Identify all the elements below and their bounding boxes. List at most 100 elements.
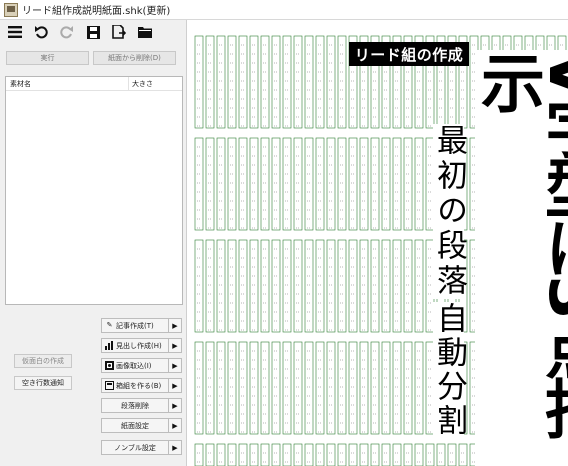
grid-line-836 (282, 239, 292, 333)
blank-lines-button[interactable]: 空き行数通知 (14, 376, 72, 390)
page-settings-button[interactable]: 紙面設定 (101, 418, 169, 433)
sub-headline-auto-split[interactable]: 自動分割 (431, 302, 467, 438)
grid-line-1133 (205, 341, 215, 435)
make-box-button[interactable]: 箱組を作る(B) (101, 378, 169, 393)
main-headline[interactable]: V字型に3点指示 (470, 50, 568, 466)
grid-line-1559 (425, 443, 435, 466)
grid-line-1188 (260, 341, 270, 435)
grid-line-1532 (326, 443, 336, 466)
grid-line-1529 (315, 443, 325, 466)
grid-line-781 (227, 239, 237, 333)
grid-line-77 (271, 35, 281, 129)
grid-line-1526 (304, 443, 314, 466)
grid-line-55 (249, 35, 259, 129)
grid-line-1232 (304, 341, 314, 435)
redo-icon[interactable] (58, 23, 76, 41)
chart-icon (105, 341, 114, 350)
grid-line-1166 (238, 341, 248, 435)
column-header-name[interactable]: 素材名 (6, 79, 128, 89)
left-panel: 実行 紙面から削除(D) 素材名 大きさ 仮面白の作成 空き行数通知 ✎ 記事作… (0, 20, 186, 466)
create-article-button[interactable]: ✎ 記事作成(T) (101, 318, 169, 333)
delete-paragraph-arrow[interactable]: ▶ (169, 398, 182, 413)
grid-line-1309 (381, 341, 391, 435)
grid-line-1520 (282, 443, 292, 466)
grid-line-759 (205, 239, 215, 333)
grid-line-1556 (414, 443, 424, 466)
grid-line-0 (194, 35, 204, 129)
make-box-arrow[interactable]: ▶ (169, 378, 182, 393)
image-icon (105, 361, 114, 370)
grid-line-1541 (359, 443, 369, 466)
grid-line-1544 (370, 443, 380, 466)
grid-line-33 (227, 35, 237, 129)
grid-line-1144 (216, 341, 226, 435)
page-settings-arrow[interactable]: ▶ (169, 418, 182, 433)
execute-button[interactable]: 実行 (6, 51, 89, 65)
page-number-settings-button[interactable]: ノンブル設定 (101, 440, 169, 455)
grid-line-495 (315, 137, 325, 231)
grid-line-913 (359, 239, 369, 333)
toolbar (0, 20, 186, 44)
grid-line-1508 (238, 443, 248, 466)
grid-line-847 (293, 239, 303, 333)
menu-icon[interactable] (6, 23, 24, 41)
grid-line-1199 (271, 341, 281, 435)
column-header-size[interactable]: 大きさ (128, 77, 182, 90)
create-article-arrow[interactable]: ▶ (169, 318, 182, 333)
grid-line-946 (392, 239, 402, 333)
import-image-button[interactable]: 画像取込(I) (101, 358, 169, 373)
create-article-action: ✎ 記事作成(T) ▶ (101, 318, 183, 333)
grid-line-902 (348, 239, 358, 333)
grid-line-880 (326, 239, 336, 333)
grid-line-1177 (249, 341, 259, 435)
grid-line-1538 (348, 443, 358, 466)
grid-line-572 (392, 137, 402, 231)
grid-line-99 (293, 35, 303, 129)
grid-line-792 (238, 239, 248, 333)
grid-line-935 (381, 239, 391, 333)
create-heading-arrow[interactable]: ▶ (169, 338, 182, 353)
grid-line-957 (403, 239, 413, 333)
grid-line-451 (271, 137, 281, 231)
grid-line-473 (293, 137, 303, 231)
window-title: リード組作成説明紙面.shk(更新) (22, 6, 171, 17)
undo-icon[interactable] (32, 23, 50, 41)
grid-line-1221 (293, 341, 303, 435)
page-number-settings-arrow[interactable]: ▶ (169, 440, 182, 455)
import-image-label: 画像取込(I) (116, 361, 152, 370)
remove-from-page-button[interactable]: 紙面から削除(D) (93, 51, 176, 65)
create-space-button[interactable]: 仮面白の作成 (14, 354, 72, 368)
grid-line-528 (348, 137, 358, 231)
grid-line-924 (370, 239, 380, 333)
grid-line-462 (282, 137, 292, 231)
grid-line-1243 (315, 341, 325, 435)
grid-line-1535 (337, 443, 347, 466)
sub-headline-first-paragraph[interactable]: 最初の段落 (431, 124, 467, 299)
material-list[interactable]: 素材名 大きさ (5, 76, 183, 305)
import-image-arrow[interactable]: ▶ (169, 358, 182, 373)
grid-line-1320 (392, 341, 402, 435)
headline-box[interactable]: リード組の作成 (349, 42, 469, 66)
create-heading-button[interactable]: 見出し作成(H) (101, 338, 169, 353)
grid-line-1210 (282, 341, 292, 435)
page-canvas[interactable]: リード組の作成 V字型に3点指示 最初の段落 自動分割 (186, 20, 568, 466)
grid-line-770 (216, 239, 226, 333)
grid-line-869 (315, 239, 325, 333)
grid-line-1511 (249, 443, 259, 466)
grid-line-803 (249, 239, 259, 333)
grid-line-1523 (293, 443, 303, 466)
delete-paragraph-button[interactable]: 段落削除 (101, 398, 169, 413)
grid-line-429 (249, 137, 259, 231)
grid-line-1342 (414, 341, 424, 435)
box-icon (105, 381, 114, 390)
grid-line-484 (304, 137, 314, 231)
save-icon[interactable] (84, 23, 102, 41)
import-image-action: 画像取込(I) ▶ (101, 358, 183, 373)
grid-line-968 (414, 239, 424, 333)
export-icon[interactable] (110, 23, 128, 41)
grid-line-110 (304, 35, 314, 129)
grid-line-1331 (403, 341, 413, 435)
grid-line-1287 (359, 341, 369, 435)
folder-icon[interactable] (136, 23, 154, 41)
page-settings-action: 紙面設定 ▶ (101, 418, 183, 433)
